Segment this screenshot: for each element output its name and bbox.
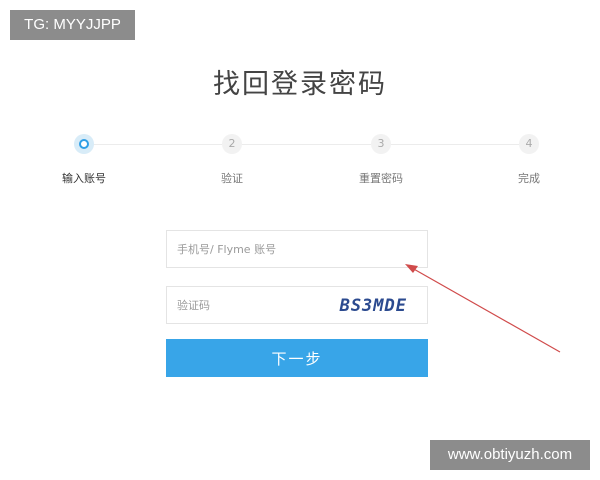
annotation-arrow-icon <box>405 264 561 353</box>
watermark-bottom-right: www.obtiyuzh.com <box>430 440 590 470</box>
